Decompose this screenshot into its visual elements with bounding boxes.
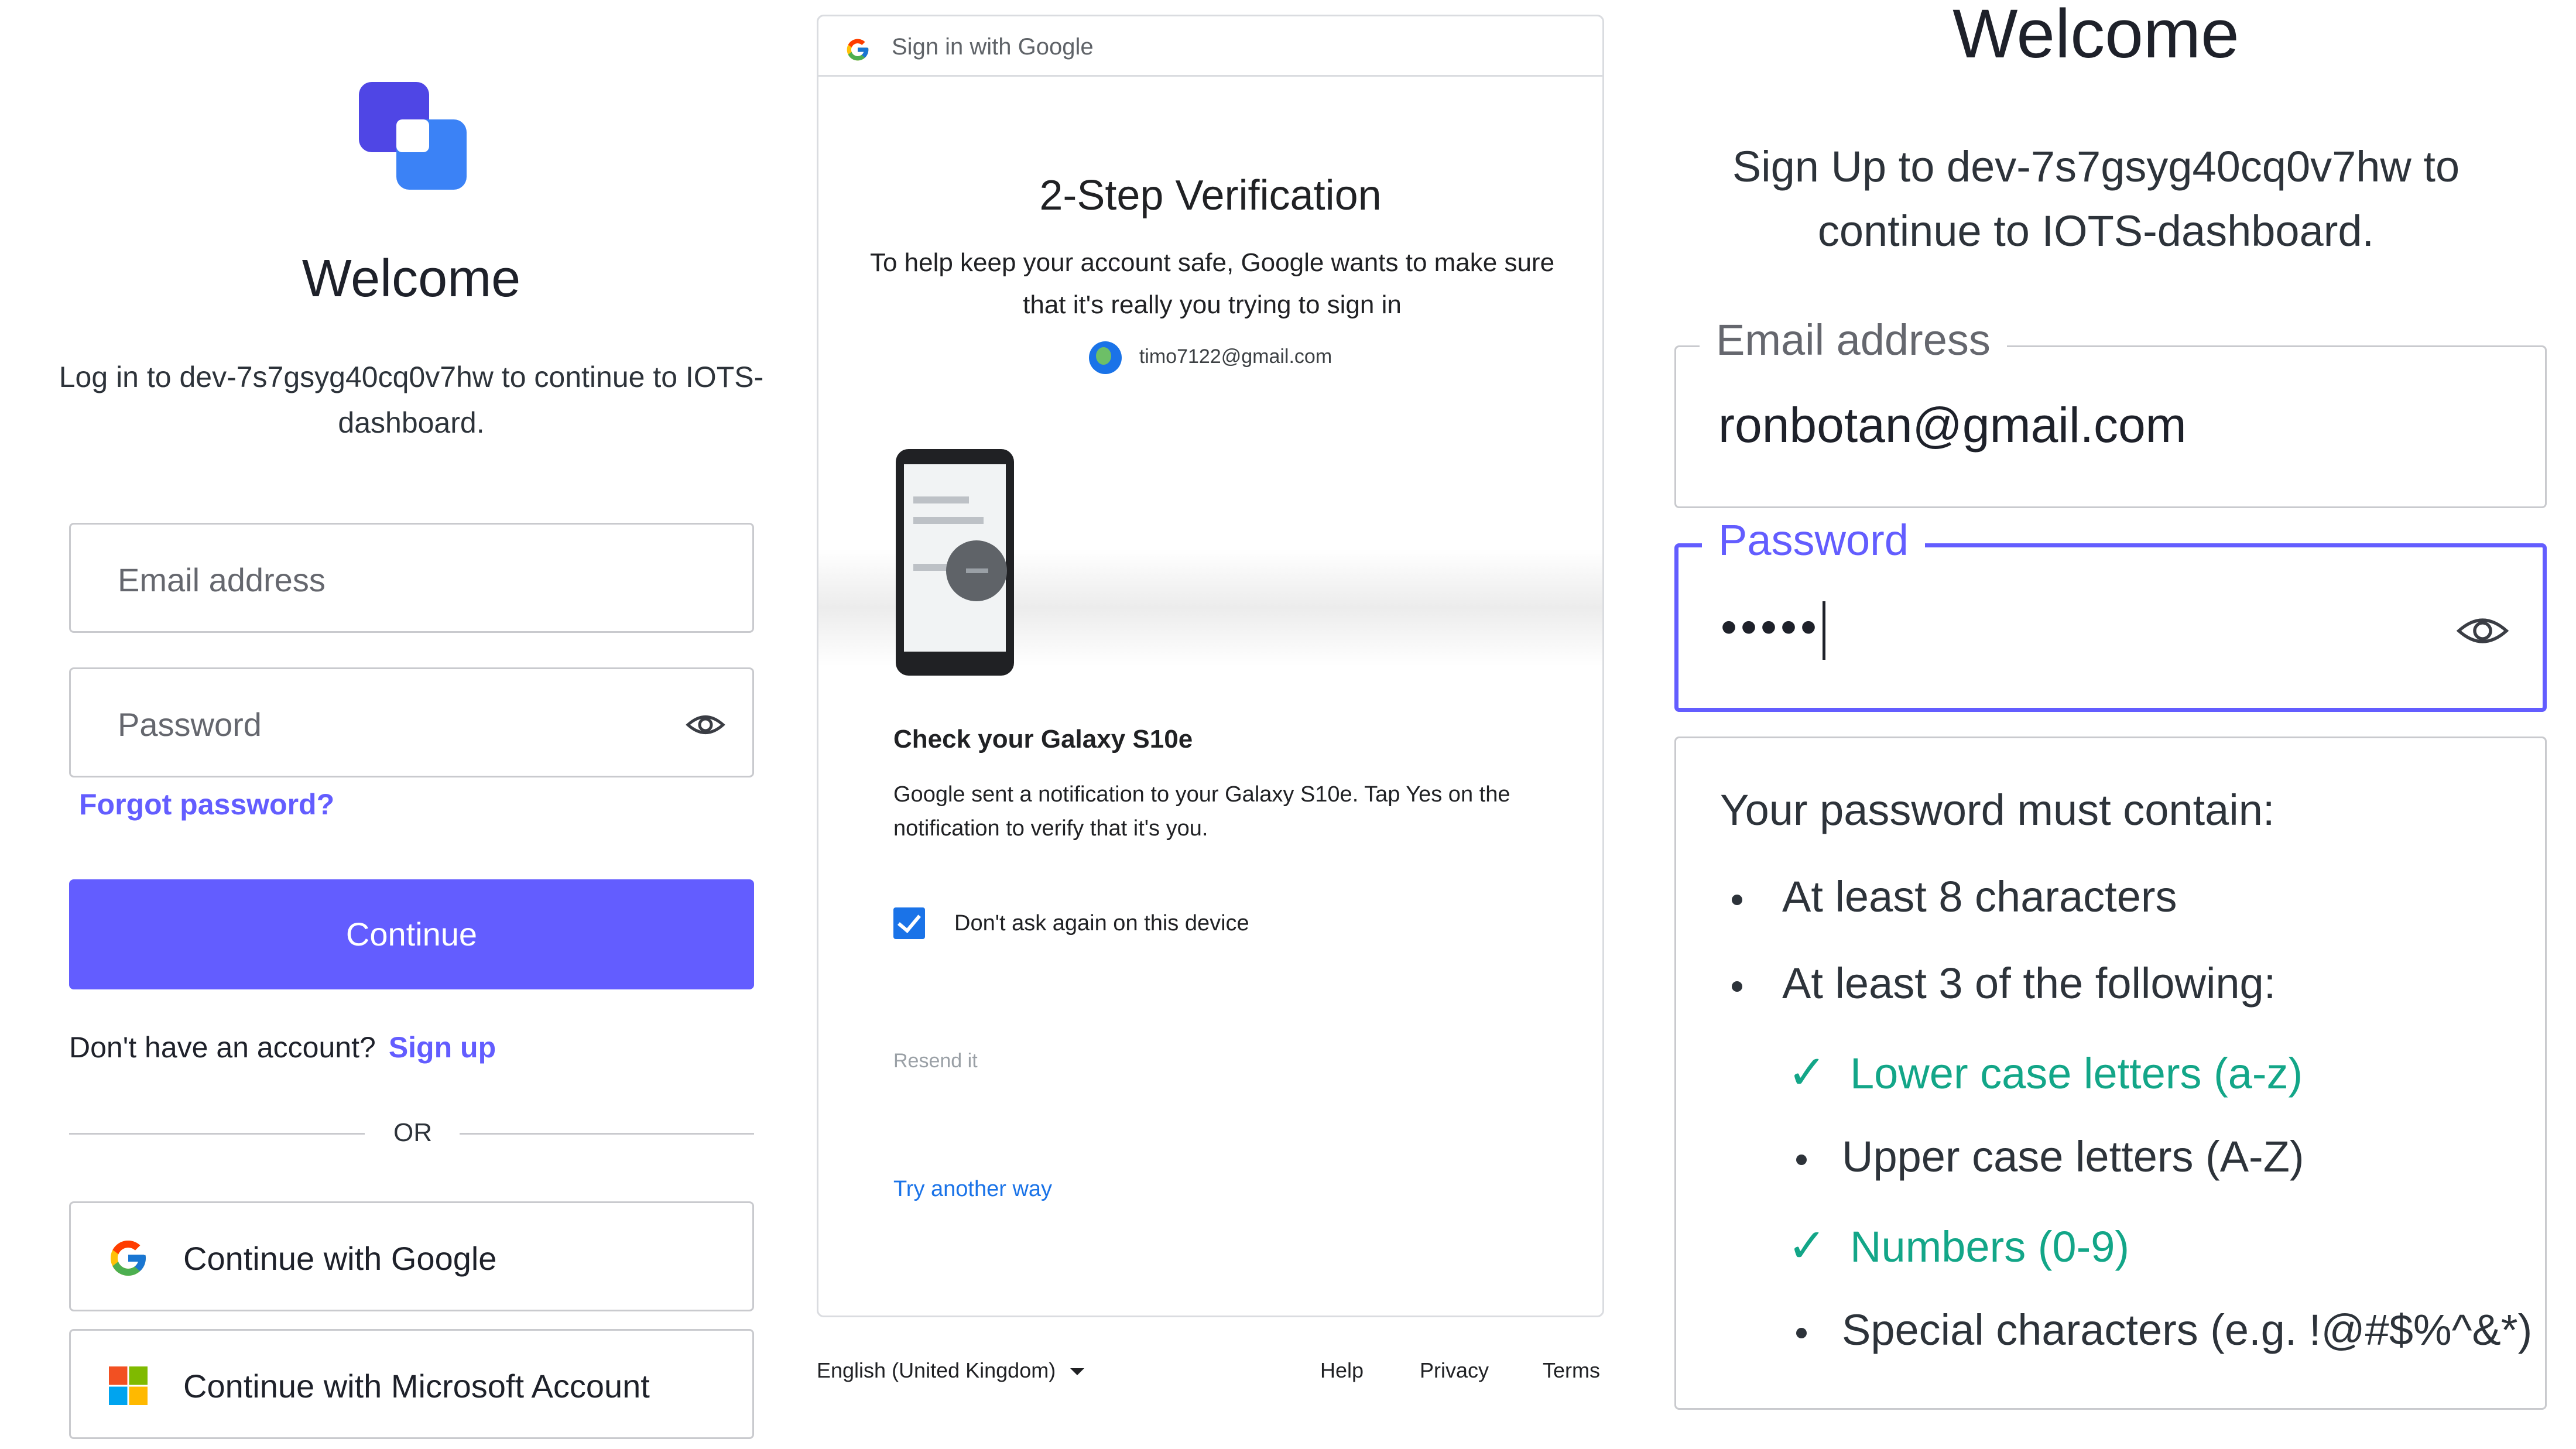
password-field[interactable]: Password ••••• bbox=[1674, 515, 2547, 712]
bullet-icon bbox=[1796, 1155, 1807, 1166]
device-title: Check your Galaxy S10e bbox=[893, 725, 1193, 753]
password-rules-box: Your password must contain: At least 8 c… bbox=[1674, 737, 2547, 1410]
rule-special-characters: Special characters (e.g. !@#$%^&*) bbox=[1796, 1305, 2532, 1355]
account-avatar-icon bbox=[1088, 341, 1122, 374]
language-label: English (United Kingdom) bbox=[817, 1358, 1056, 1382]
text-caret bbox=[1823, 601, 1826, 660]
rule-numbers: ✓ Numbers (0-9) bbox=[1787, 1220, 2130, 1272]
rule-uppercase: Upper case letters (A-Z) bbox=[1796, 1132, 2304, 1181]
dropdown-arrow-icon bbox=[1070, 1368, 1085, 1376]
microsoft-button[interactable]: Continue with Microsoft Account bbox=[69, 1329, 754, 1439]
divider-right bbox=[460, 1133, 754, 1135]
no-account-text: Don't have an account? bbox=[69, 1031, 376, 1064]
password-value: ••••• bbox=[1721, 600, 1826, 660]
email-placeholder: Email address bbox=[118, 561, 326, 598]
show-password-icon[interactable] bbox=[2455, 603, 2510, 659]
rule-lowercase: ✓ Lower case letters (a-z) bbox=[1787, 1046, 2303, 1098]
password-placeholder: Password bbox=[118, 706, 262, 743]
signup-panel: Welcome Sign Up to dev-7s7gsyg40cq0v7hw … bbox=[1616, 0, 2576, 1449]
checkmark-icon: ✓ bbox=[1787, 1046, 1827, 1098]
try-another-way-link[interactable]: Try another way bbox=[893, 1177, 1052, 1202]
signup-subtitle: Sign Up to dev-7s7gsyg40cq0v7hw to conti… bbox=[1732, 142, 2460, 255]
google-verification-panel: Sign in with Google 2-Step Verification … bbox=[808, 0, 1616, 1449]
email-value: ronbotan@gmail.com bbox=[1718, 398, 2187, 453]
google-button-label: Continue with Google bbox=[183, 1240, 497, 1277]
continue-button[interactable]: Continue bbox=[69, 879, 754, 989]
signup-prompt: Don't have an account? Sign up bbox=[69, 1030, 496, 1064]
verification-subtitle: To help keep your account safe, Google w… bbox=[869, 248, 1555, 319]
verification-card: Sign in with Google 2-Step Verification … bbox=[817, 15, 1604, 1317]
forgot-password-link[interactable]: Forgot password? bbox=[79, 787, 334, 821]
checkmark-icon: ✓ bbox=[1787, 1220, 1827, 1272]
privacy-link[interactable]: Privacy bbox=[1420, 1358, 1489, 1383]
signup-link[interactable]: Sign up bbox=[389, 1031, 496, 1064]
email-field[interactable]: Email address bbox=[69, 523, 754, 633]
login-panel: Welcome Log in to dev-7s7gsyg40cq0v7hw t… bbox=[0, 0, 808, 1449]
microsoft-button-label: Continue with Microsoft Account bbox=[183, 1368, 650, 1405]
account-chip[interactable]: timo7122@gmail.com bbox=[818, 341, 1602, 374]
signup-title: Welcome bbox=[1952, 0, 2239, 73]
phone-illustration-icon bbox=[896, 449, 1014, 676]
login-title: Welcome bbox=[302, 249, 521, 308]
card-header-label: Sign in with Google bbox=[892, 34, 1094, 60]
email-label: Email address bbox=[1700, 315, 2007, 365]
show-password-icon[interactable] bbox=[685, 704, 726, 745]
password-rules-title: Your password must contain: bbox=[1720, 786, 2275, 834]
password-field[interactable]: Password bbox=[69, 667, 754, 777]
google-button[interactable]: Continue with Google bbox=[69, 1201, 754, 1311]
dont-ask-again-checkbox[interactable] bbox=[893, 907, 925, 939]
language-selector[interactable]: English (United Kingdom) bbox=[817, 1358, 1085, 1383]
rule-min-length: At least 8 characters bbox=[1732, 872, 2177, 922]
login-subtitle: Log in to dev-7s7gsyg40cq0v7hw to contin… bbox=[59, 361, 764, 439]
terms-link[interactable]: Terms bbox=[1543, 1358, 1600, 1383]
rule-three-of-following: At least 3 of the following: bbox=[1732, 958, 2276, 1008]
password-dots: ••••• bbox=[1721, 601, 1821, 653]
bullet-icon bbox=[1732, 981, 1742, 992]
email-field[interactable]: Email address ronbotan@gmail.com bbox=[1674, 315, 2547, 508]
or-divider: OR bbox=[393, 1118, 432, 1147]
dont-ask-again-label[interactable]: Don't ask again on this device bbox=[954, 911, 1249, 936]
device-description: Google sent a notification to your Galax… bbox=[893, 782, 1510, 841]
password-label: Password bbox=[1702, 515, 1925, 565]
microsoft-icon bbox=[109, 1366, 148, 1405]
google-icon bbox=[111, 1241, 146, 1276]
resend-link[interactable]: Resend it bbox=[893, 1050, 978, 1073]
help-link[interactable]: Help bbox=[1320, 1358, 1364, 1383]
account-email: timo7122@gmail.com bbox=[1139, 345, 1332, 368]
app-logo-icon bbox=[359, 82, 467, 190]
divider-left bbox=[69, 1133, 365, 1135]
verification-title: 2-Step Verification bbox=[1039, 172, 1382, 219]
google-icon bbox=[847, 39, 869, 61]
bullet-icon bbox=[1732, 895, 1742, 906]
card-header: Sign in with Google bbox=[818, 16, 1602, 77]
bullet-icon bbox=[1796, 1328, 1807, 1339]
